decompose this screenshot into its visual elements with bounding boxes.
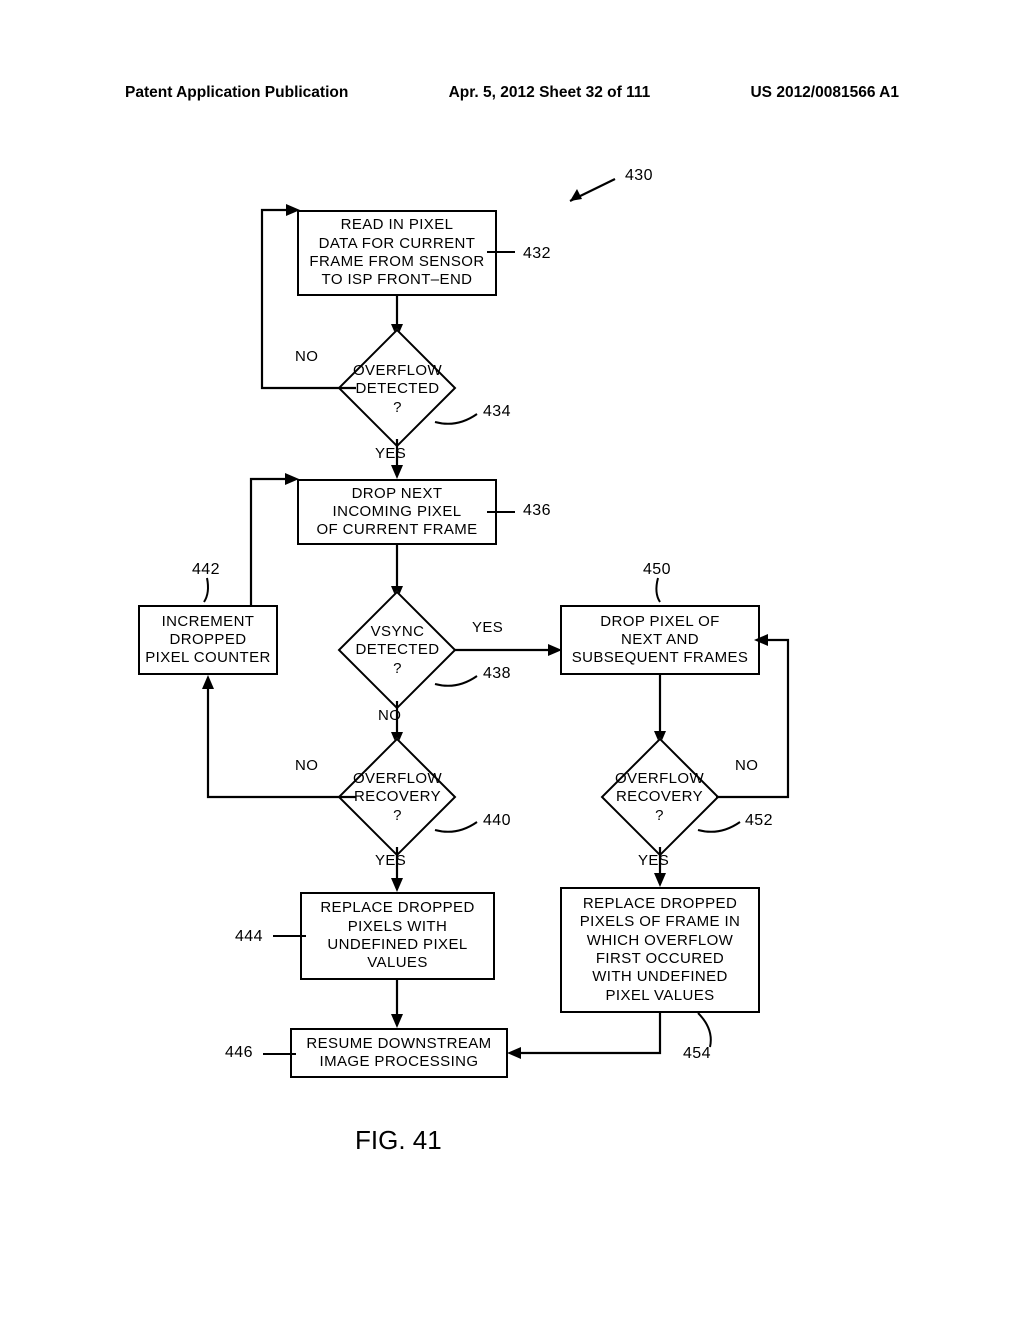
box-436-text: DROP NEXT INCOMING PIXEL OF CURRENT FRAM… — [316, 485, 477, 540]
ref-432: 432 — [523, 245, 551, 263]
ref-452: 452 — [745, 812, 773, 830]
ref-438: 438 — [483, 665, 511, 683]
label-yes-438: YES — [472, 619, 503, 636]
box-442: INCREMENT DROPPED PIXEL COUNTER — [138, 605, 278, 675]
box-442-text: INCREMENT DROPPED PIXEL COUNTER — [145, 613, 271, 668]
ref-446: 446 — [225, 1044, 253, 1062]
box-446-text: RESUME DOWNSTREAM IMAGE PROCESSING — [306, 1035, 491, 1072]
header-center: Apr. 5, 2012 Sheet 32 of 111 — [449, 84, 651, 102]
ref-440: 440 — [483, 812, 511, 830]
figure-label: FIG. 41 — [355, 1125, 442, 1156]
box-436: DROP NEXT INCOMING PIXEL OF CURRENT FRAM… — [297, 479, 497, 545]
ref-434: 434 — [483, 403, 511, 421]
ref-450: 450 — [643, 561, 671, 579]
ref-442: 442 — [192, 561, 220, 579]
box-444-text: REPLACE DROPPED PIXELS WITH UNDEFINED PI… — [320, 899, 474, 972]
box-444: REPLACE DROPPED PIXELS WITH UNDEFINED PI… — [300, 892, 495, 980]
header-right: US 2012/0081566 A1 — [750, 84, 899, 102]
box-446: RESUME DOWNSTREAM IMAGE PROCESSING — [290, 1028, 508, 1078]
box-454-text: REPLACE DROPPED PIXELS OF FRAME IN WHICH… — [580, 895, 741, 1005]
ref-454: 454 — [683, 1045, 711, 1063]
ref-444: 444 — [235, 928, 263, 946]
ref-436: 436 — [523, 502, 551, 520]
header-left: Patent Application Publication — [125, 84, 348, 102]
ref-430: 430 — [625, 167, 653, 185]
decision-452 — [601, 738, 720, 857]
box-454: REPLACE DROPPED PIXELS OF FRAME IN WHICH… — [560, 887, 760, 1013]
